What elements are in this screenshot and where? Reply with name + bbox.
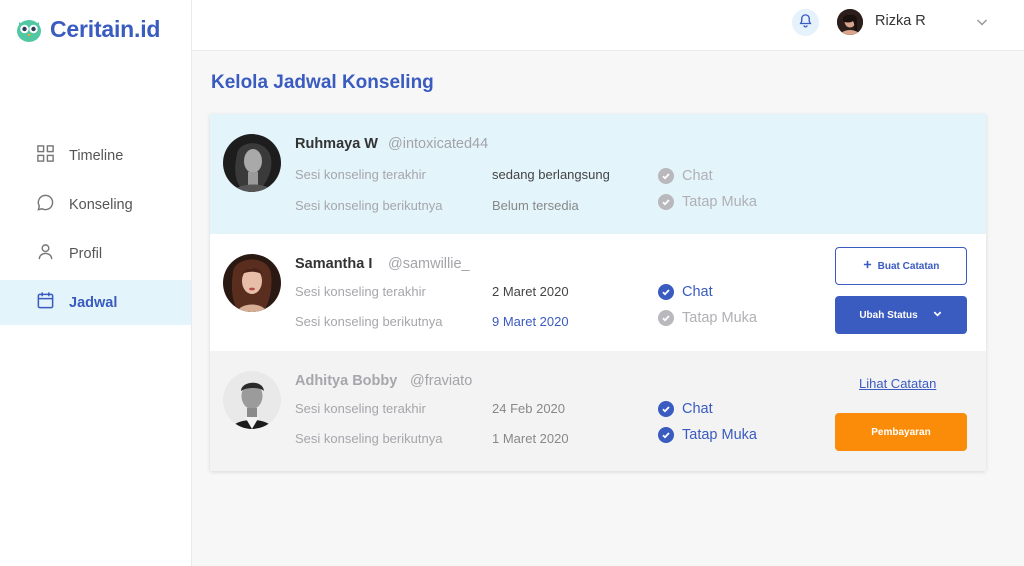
client-avatar <box>223 254 281 312</box>
sidebar-item-label: Jadwal <box>69 294 118 311</box>
list-item[interactable]: Ruhmaya W @intoxicated44 Sesi konseling … <box>210 114 986 234</box>
sidebar: Ceritain.id Timeline Konseling Profil Ja… <box>0 0 192 566</box>
last-session-label: Sesi konseling terakhir <box>295 167 426 182</box>
check-circle-icon <box>658 168 674 184</box>
calendar-icon <box>36 291 55 314</box>
mode-tatap-muka: Tatap Muka <box>658 194 757 210</box>
client-handle: @intoxicated44 <box>388 136 489 152</box>
top-bar: Rizka R <box>192 0 1024 51</box>
view-note-link[interactable]: Lihat Catatan <box>859 376 936 391</box>
client-list: Ruhmaya W @intoxicated44 Sesi konseling … <box>210 114 986 471</box>
mode-chat: Chat <box>658 401 713 417</box>
next-session-value: 9 Maret 2020 <box>492 314 569 329</box>
client-handle: @fraviato <box>410 373 473 389</box>
client-avatar <box>223 371 281 429</box>
notification-button[interactable] <box>792 9 819 36</box>
client-name: Samantha I <box>295 256 373 272</box>
next-session-label: Sesi konseling berikutnya <box>295 431 443 446</box>
sidebar-item-label: Timeline <box>69 147 124 164</box>
next-session-label: Sesi konseling berikutnya <box>295 198 443 213</box>
change-status-button[interactable]: Ubah Status <box>835 296 967 334</box>
owl-logo-icon <box>16 17 42 43</box>
check-circle-icon <box>658 427 674 443</box>
page-title: Kelola Jadwal Konseling <box>211 72 434 93</box>
create-note-button[interactable]: Buat Catatan <box>835 247 967 285</box>
sidebar-item-jadwal[interactable]: Jadwal <box>0 280 191 325</box>
user-icon <box>36 242 55 265</box>
chat-bubble-icon <box>36 193 55 216</box>
client-name: Adhitya Bobby <box>295 373 398 389</box>
bell-icon <box>798 13 813 33</box>
mode-chat: Chat <box>658 284 713 300</box>
last-session-label: Sesi konseling terakhir <box>295 284 426 299</box>
last-session-value: 24 Feb 2020 <box>492 401 566 416</box>
check-circle-icon <box>658 401 674 417</box>
sidebar-item-profil[interactable]: Profil <box>0 231 191 276</box>
last-session-label: Sesi konseling terakhir <box>295 401 426 416</box>
next-session-value: Belum tersedia <box>492 198 579 213</box>
chevron-down-icon <box>932 308 943 322</box>
last-session-value: 2 Maret 2020 <box>492 284 569 299</box>
next-session-value: 1 Maret 2020 <box>492 431 569 446</box>
mode-tatap-muka: Tatap Muka <box>658 427 757 443</box>
avatar[interactable] <box>837 9 863 35</box>
check-circle-icon <box>658 284 674 300</box>
sidebar-item-konseling[interactable]: Konseling <box>0 182 191 227</box>
payment-button[interactable]: Pembayaran <box>835 413 967 451</box>
sidebar-item-label: Profil <box>69 245 103 262</box>
last-session-value: sedang berlangsung <box>492 167 610 182</box>
sidebar-item-timeline[interactable]: Timeline <box>0 133 191 178</box>
plus-icon <box>863 260 872 272</box>
brand-name: Ceritain.id <box>50 16 161 42</box>
check-circle-icon <box>658 310 674 326</box>
check-circle-icon <box>658 194 674 210</box>
sidebar-item-label: Konseling <box>69 196 133 213</box>
user-name[interactable]: Rizka R <box>875 13 926 29</box>
client-name: Ruhmaya W <box>295 136 378 152</box>
sidebar-nav: Timeline Konseling Profil Jadwal <box>0 133 191 329</box>
client-handle: @samwillie_ <box>388 256 470 272</box>
grid-icon <box>36 144 55 167</box>
chevron-down-icon[interactable] <box>975 15 989 34</box>
brand-logo[interactable]: Ceritain.id <box>16 16 160 43</box>
mode-tatap-muka: Tatap Muka <box>658 310 757 326</box>
list-item[interactable]: Samantha I @samwillie_ Sesi konseling te… <box>210 234 986 351</box>
mode-chat: Chat <box>658 168 713 184</box>
client-avatar <box>223 134 281 192</box>
next-session-label: Sesi konseling berikutnya <box>295 314 443 329</box>
list-item[interactable]: Adhitya Bobby @fraviato Sesi konseling t… <box>210 351 986 471</box>
